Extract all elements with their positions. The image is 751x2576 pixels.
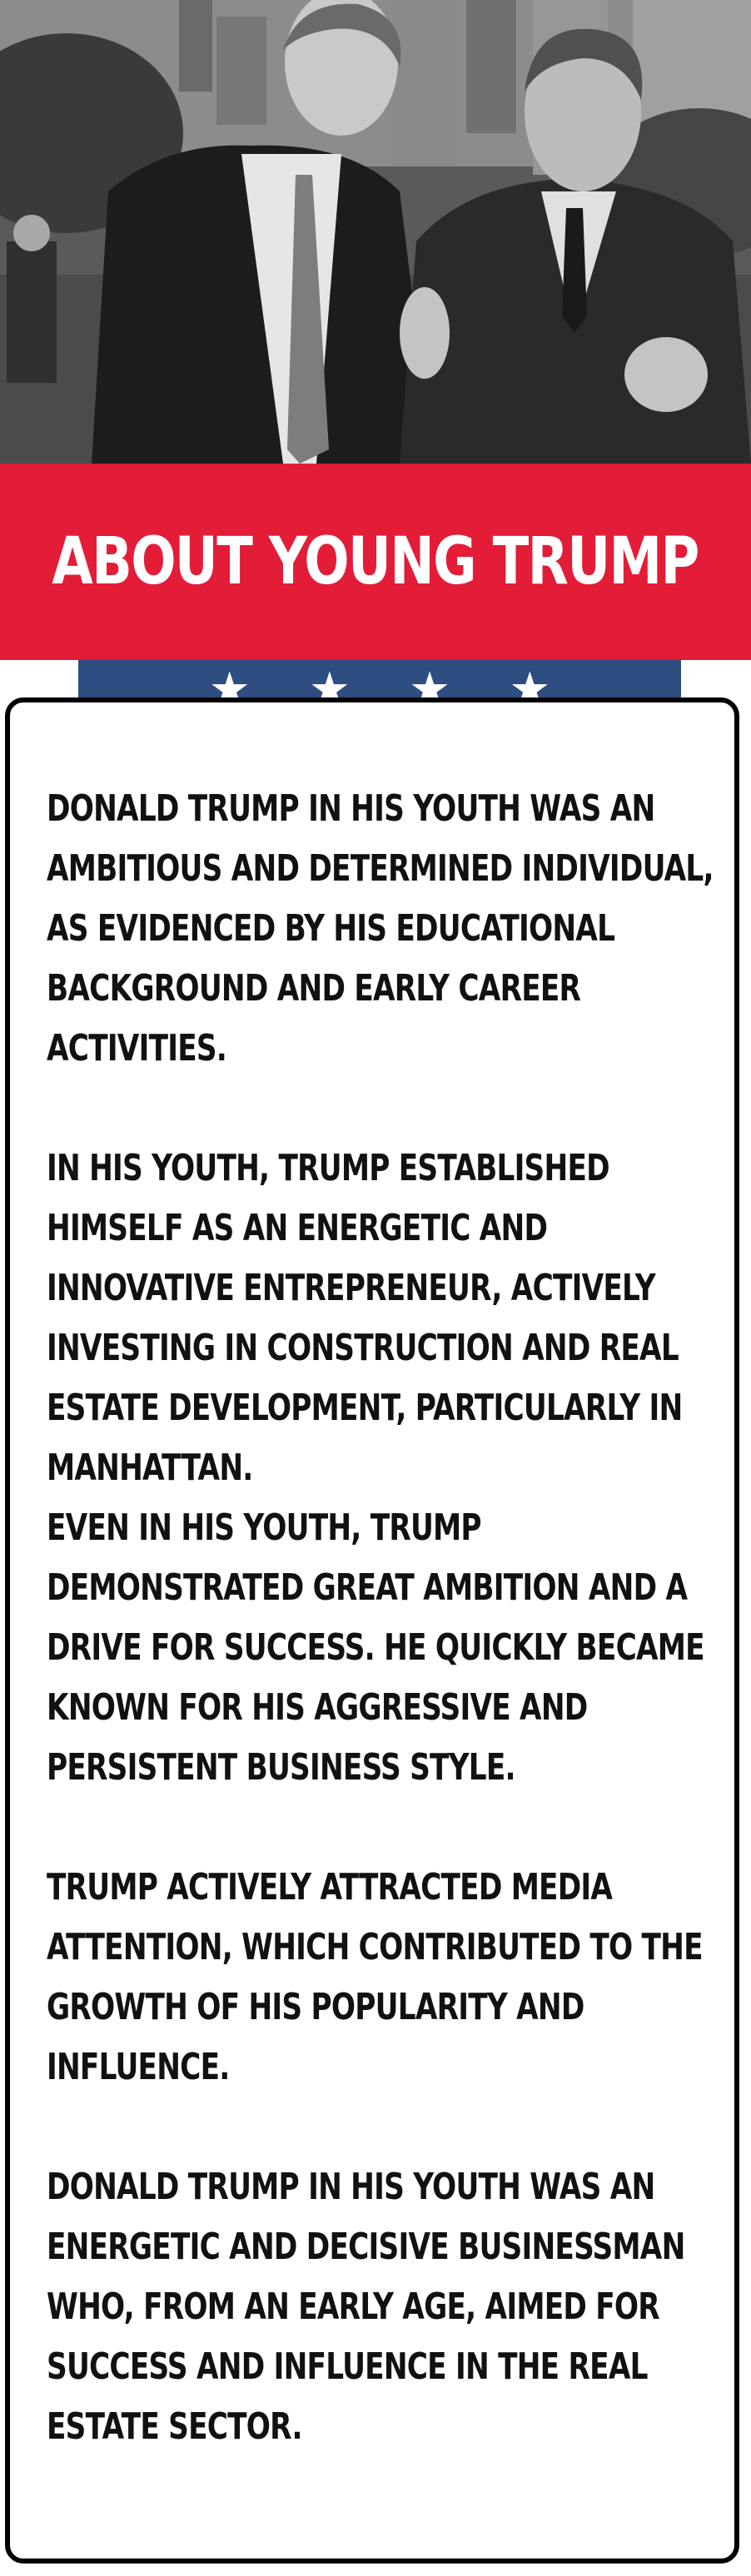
hero-photo <box>0 0 751 464</box>
card-content: DONALD TRUMP IN HIS YOUTH WAS AN AMBITIO… <box>47 779 721 2517</box>
paragraph-summary: DONALD TRUMP IN HIS YOUTH WAS AN ENERGET… <box>47 2166 685 2448</box>
hero-photo-illustration <box>0 0 751 464</box>
paragraph-ambition: EVEN IN HIS YOUTH, TRUMP DEMONSTRATED GR… <box>47 1506 705 1789</box>
paragraph-entrepreneur: IN HIS YOUTH, TRUMP ESTABLISHED HIMSELF … <box>47 1147 683 1489</box>
banner-title: ABOUT YOUNG TRUMP <box>52 524 700 599</box>
stars-ribbon: ★ ★ ★ ★ <box>78 660 681 700</box>
paragraph-media: TRUMP ACTIVELY ATTRACTED MEDIA ATTENTION… <box>47 1866 704 2088</box>
star-icon: ★ <box>208 667 251 700</box>
star-icon: ★ <box>509 667 551 700</box>
star-icon: ★ <box>409 667 451 700</box>
info-card: DONALD TRUMP IN HIS YOUTH WAS AN AMBITIO… <box>5 697 739 2564</box>
paragraph-intro: DONALD TRUMP IN HIS YOUTH WAS AN AMBITIO… <box>47 787 714 1070</box>
title-banner: ABOUT YOUNG TRUMP <box>0 464 751 660</box>
star-icon: ★ <box>308 667 351 700</box>
